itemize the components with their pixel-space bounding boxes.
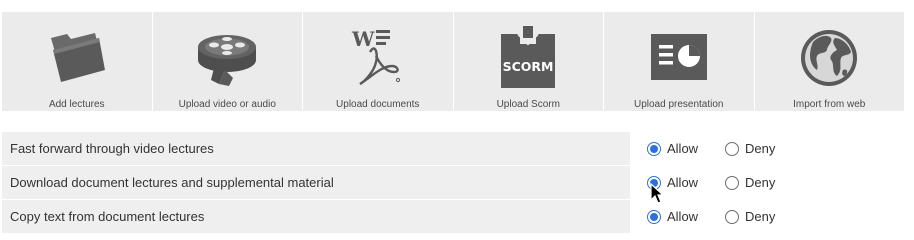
upload-presentation-tile[interactable]: Upload presentation: [604, 12, 754, 111]
permission-row-fast-forward: Fast forward through video lectures Allo…: [2, 132, 914, 166]
deny-option[interactable]: Deny: [725, 200, 775, 233]
svg-text:W: W: [351, 27, 375, 51]
permissions-list: Fast forward through video lectures Allo…: [2, 132, 914, 234]
tile-label: Import from web: [793, 99, 866, 110]
allow-radio[interactable]: [647, 175, 661, 190]
permission-label: Download document lectures and supplemen…: [2, 166, 630, 199]
allow-option[interactable]: Allow: [647, 166, 698, 199]
deny-radio[interactable]: [725, 141, 739, 156]
allow-option[interactable]: Allow: [647, 200, 698, 233]
permission-row-download-documents: Download document lectures and supplemen…: [2, 166, 914, 200]
upload-scorm-tile[interactable]: SCORM Upload Scorm: [453, 12, 603, 111]
tile-label: Upload video or audio: [178, 99, 276, 110]
upload-documents-tile[interactable]: W Upload documents: [303, 12, 453, 111]
permission-options: Allow Deny: [630, 166, 914, 199]
allow-label: Allow: [667, 209, 699, 224]
permission-options: Allow Deny: [630, 200, 914, 233]
deny-option[interactable]: Deny: [725, 166, 775, 199]
film-reel-icon: [195, 20, 259, 88]
import-tiles: Add lectures Upload video or audio W Upl…: [2, 12, 904, 111]
tile-label: Upload presentation: [633, 99, 724, 110]
folder-icon: [45, 20, 109, 88]
permission-label: Fast forward through video lectures: [2, 132, 630, 165]
deny-radio[interactable]: [725, 175, 739, 190]
document-pdf-icon: W: [346, 20, 410, 88]
allow-radio[interactable]: [647, 209, 661, 224]
deny-option[interactable]: Deny: [725, 132, 775, 165]
allow-option[interactable]: Allow: [647, 132, 698, 165]
deny-label: Deny: [745, 141, 776, 156]
svg-text:SCORM: SCORM: [503, 59, 554, 74]
tile-label: Add lectures: [48, 99, 105, 110]
deny-radio[interactable]: [725, 209, 739, 224]
allow-label: Allow: [667, 175, 699, 190]
content-import-panel: Add lectures Upload video or audio W Upl…: [0, 0, 914, 240]
deny-label: Deny: [745, 175, 776, 190]
tile-label: Upload documents: [336, 99, 420, 110]
tile-label: Upload Scorm: [496, 99, 560, 110]
add-lectures-tile[interactable]: Add lectures: [2, 12, 152, 111]
permission-label: Copy text from document lectures: [2, 200, 630, 233]
globe-icon: [797, 20, 861, 88]
scorm-package-icon: SCORM: [496, 20, 560, 88]
allow-label: Allow: [667, 141, 699, 156]
upload-video-audio-tile[interactable]: Upload video or audio: [152, 12, 302, 111]
allow-radio[interactable]: [647, 141, 661, 156]
permission-options: Allow Deny: [630, 132, 914, 165]
import-from-web-tile[interactable]: Import from web: [754, 12, 904, 111]
deny-label: Deny: [745, 209, 776, 224]
permission-row-copy-text: Copy text from document lectures Allow D…: [2, 200, 914, 234]
presentation-icon: [647, 20, 711, 88]
